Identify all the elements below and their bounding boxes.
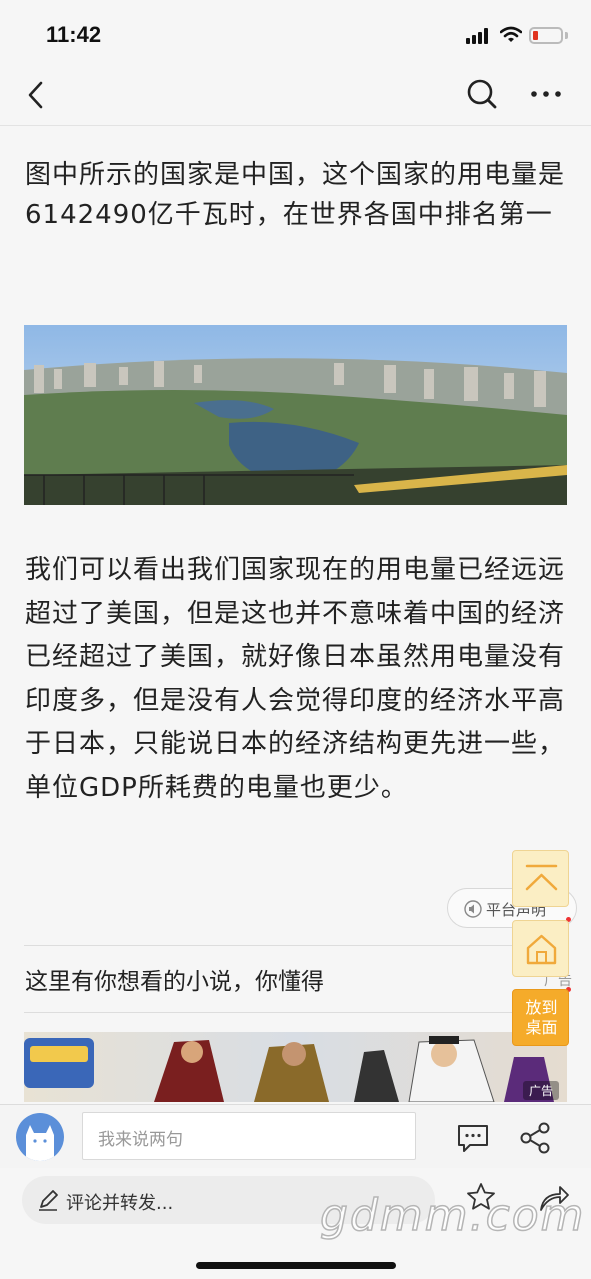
game-ad-banner[interactable]: 广告	[24, 1032, 567, 1102]
forward-arrow-icon[interactable]	[538, 1182, 570, 1212]
share-icon[interactable]	[518, 1121, 552, 1155]
wifi-icon	[500, 26, 522, 42]
signal-icon	[466, 28, 492, 44]
battery-icon	[529, 27, 563, 44]
scroll-to-top-button[interactable]	[512, 850, 569, 907]
comment-and-forward-label: 评论并转发...	[66, 1193, 174, 1214]
home-button[interactable]	[512, 920, 569, 977]
to-top-icon	[525, 864, 558, 891]
nav-bar	[0, 66, 591, 126]
city-panorama-image	[24, 325, 567, 505]
promo-link[interactable]: 这里有你想看的小说，你懂得	[25, 962, 324, 996]
search-icon[interactable]	[464, 76, 500, 112]
home-icon	[526, 934, 557, 965]
default-avatar-icon	[26, 1125, 54, 1161]
more-dots-icon[interactable]	[526, 76, 566, 112]
article-paragraph-2: 我们可以看出我们国家现在的用电量已经远远超过了美国，但是这也并不意味着中国的经济…	[25, 555, 566, 803]
speaker-icon	[464, 900, 482, 918]
chevron-left-icon[interactable]	[20, 78, 54, 112]
status-bar: 11:42	[0, 0, 591, 66]
add-to-desktop-label-1: 放到	[525, 998, 558, 1017]
status-time: 11:42	[46, 22, 102, 47]
comment-bar: 我来说两句	[0, 1104, 591, 1168]
comment-input[interactable]: 我来说两句	[82, 1112, 416, 1160]
add-to-desktop-button[interactable]: 放到 桌面	[512, 989, 569, 1046]
home-indicator	[196, 1262, 396, 1269]
forward-bar: 评论并转发... gdmm.com	[0, 1168, 591, 1279]
add-to-desktop-label-2: 桌面	[525, 1018, 558, 1037]
banner-ad-tag: 广告	[522, 1081, 559, 1100]
star-icon[interactable]	[466, 1182, 496, 1212]
pencil-icon	[39, 1190, 58, 1211]
article-paragraph-1: 图中所示的国家是中国，这个国家的用电量是6142490亿千瓦时，在世界各国中排名…	[25, 160, 566, 230]
avatar[interactable]	[16, 1113, 64, 1161]
divider	[24, 1012, 567, 1013]
divider	[24, 945, 567, 946]
comment-icon[interactable]	[456, 1123, 490, 1153]
